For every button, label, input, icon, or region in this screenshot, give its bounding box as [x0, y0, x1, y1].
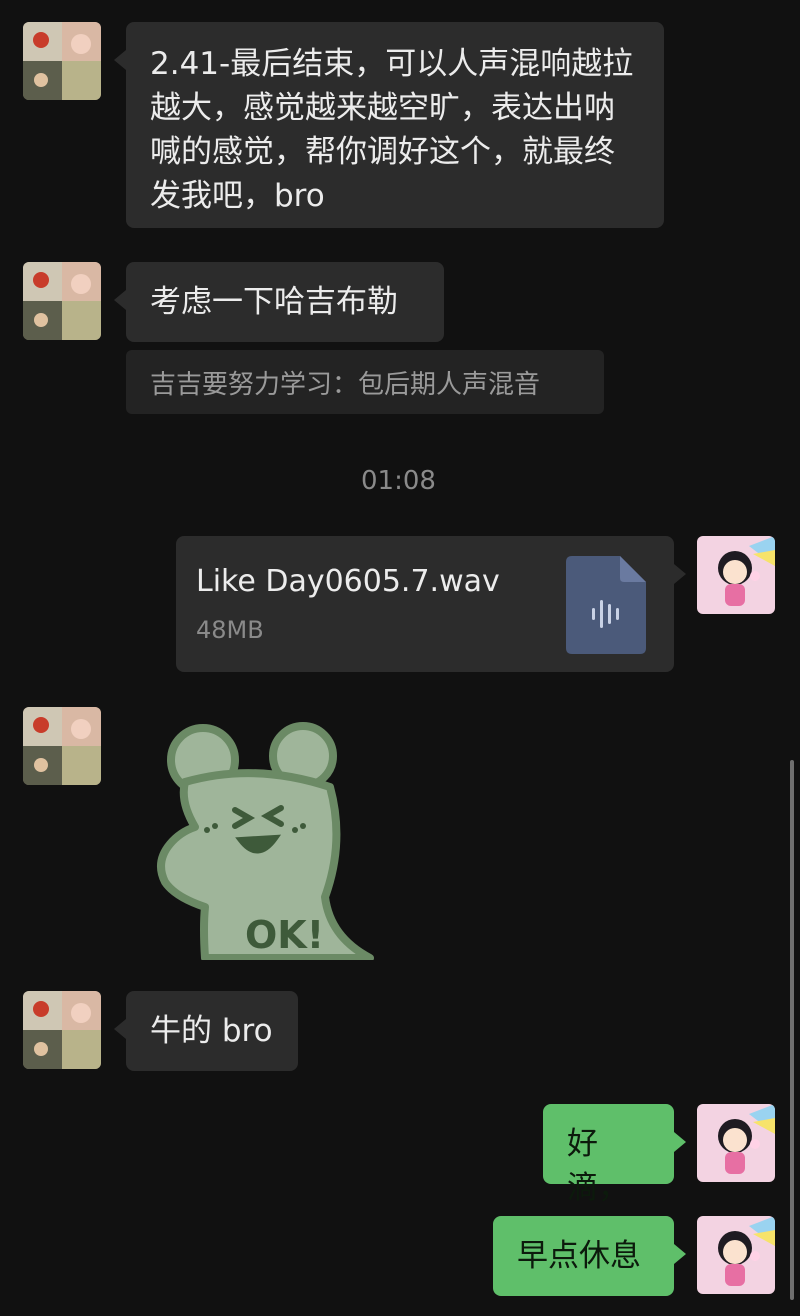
message-text: 考虑一下哈吉布勒	[150, 284, 398, 320]
message-text: 2.41-最后结束，可以人声混响越拉越大，感觉越来越空旷，表达出呐喊的感觉，帮你…	[150, 46, 634, 214]
my-avatar[interactable]	[697, 536, 775, 614]
sticker-text: OK!	[245, 913, 324, 957]
message-text: 早点休息	[517, 1238, 641, 1274]
contact-avatar[interactable]	[23, 22, 101, 100]
audio-file-icon	[566, 556, 646, 658]
quote-text: 吉吉要努力学习：包后期人声混音	[150, 370, 541, 400]
contact-avatar[interactable]	[23, 707, 101, 785]
file-size: 48MB	[196, 616, 264, 644]
quoted-message[interactable]: 吉吉要努力学习：包后期人声混音	[126, 350, 604, 414]
message-bubble[interactable]: 2.41-最后结束，可以人声混响越拉越大，感觉越来越空旷，表达出呐喊的感觉，帮你…	[114, 22, 664, 228]
sticker-message[interactable]: OK!	[145, 722, 375, 962]
file-name: Like Day0605.7.wav	[196, 564, 500, 599]
my-message-bubble[interactable]: 早点休息	[493, 1216, 686, 1296]
message-bubble[interactable]: 考虑一下哈吉布勒	[114, 262, 444, 342]
ok-bear-sticker: OK!	[157, 722, 374, 962]
scrollbar[interactable]	[790, 760, 794, 1300]
contact-avatar[interactable]	[23, 991, 101, 1069]
my-message-bubble[interactable]: 好滴，	[543, 1104, 686, 1206]
message-text: 牛的 bro	[150, 1013, 273, 1049]
my-avatar[interactable]	[697, 1216, 775, 1294]
my-avatar[interactable]	[697, 1104, 775, 1182]
file-message[interactable]: Like Day0605.7.wav 48MB	[176, 536, 686, 672]
message-bubble[interactable]: 牛的 bro	[114, 991, 298, 1071]
message-text: 好滴，	[567, 1126, 629, 1206]
timestamp: 01:08	[361, 466, 436, 496]
contact-avatar[interactable]	[23, 262, 101, 340]
